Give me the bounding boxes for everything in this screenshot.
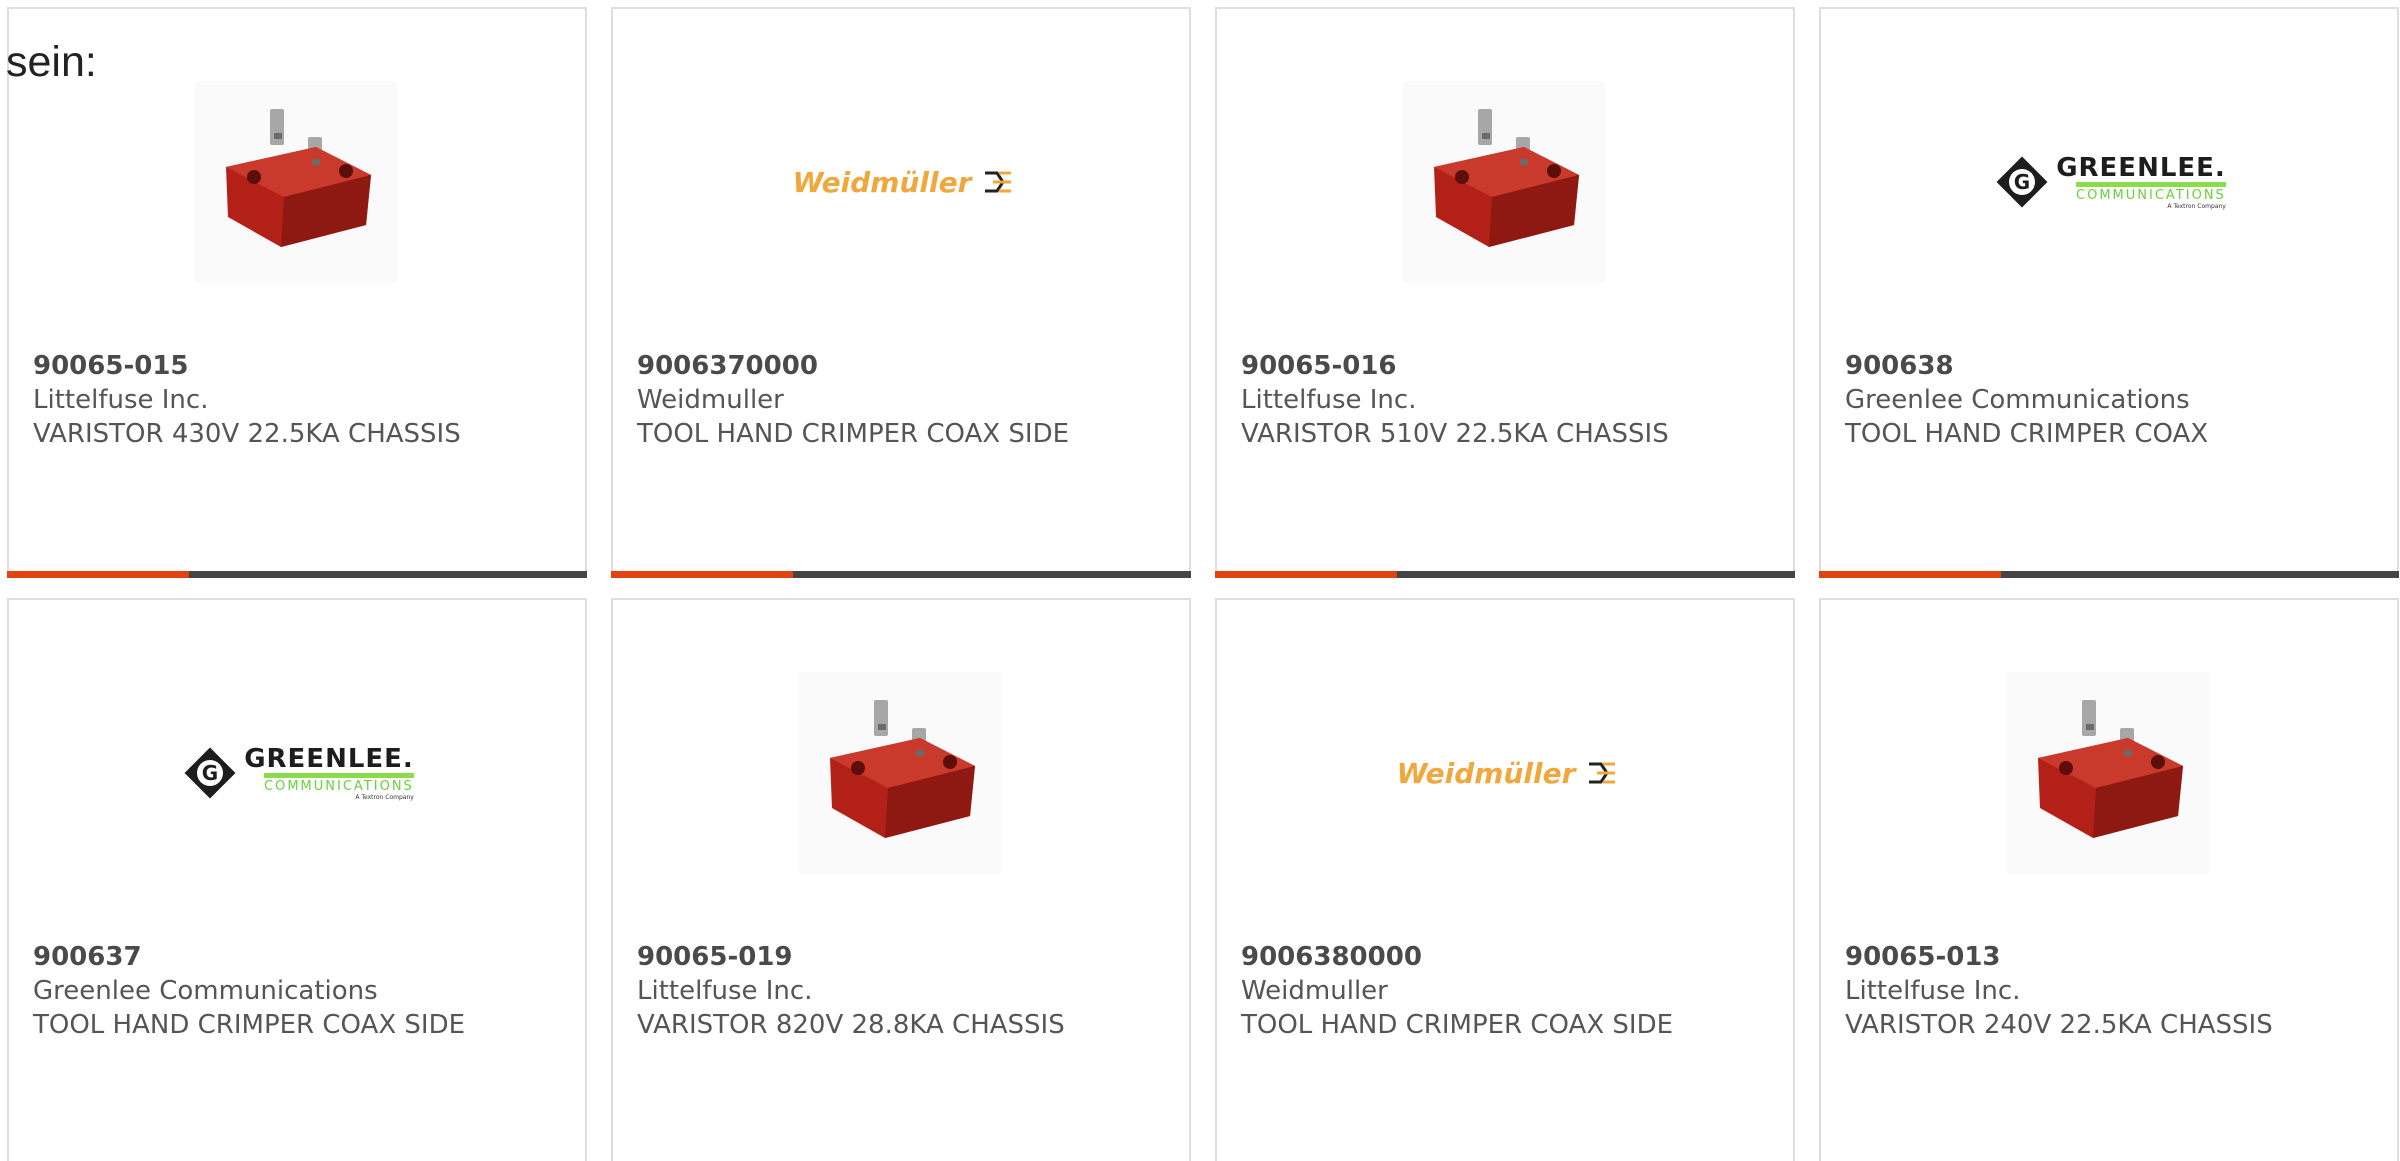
product-description: VARISTOR 430V 22.5KA CHASSIS xyxy=(33,419,461,449)
part-number[interactable]: 90065-016 xyxy=(1241,349,1761,383)
product-info: 9006370000 Weidmuller TOOL HAND CRIMPER … xyxy=(637,349,1157,451)
product-card[interactable]: G GREENLEE. COMMUNICATIONS A Textron Com… xyxy=(7,598,587,1161)
card-accent-bar xyxy=(7,571,189,578)
product-description: TOOL HAND CRIMPER COAX SIDE xyxy=(637,419,1070,449)
weidmuller-logo-mark: Weidmüller xyxy=(1397,757,1618,790)
product-description: VARISTOR 820V 28.8KA CHASSIS xyxy=(637,1010,1065,1040)
svg-text:G: G xyxy=(202,761,218,785)
product-grid: 90065-015 Littelfuse Inc. VARISTOR 430V … xyxy=(7,7,2400,1161)
product-description: VARISTOR 510V 22.5KA CHASSIS xyxy=(1241,419,1669,449)
weidmuller-logo-text: Weidmüller xyxy=(792,165,972,199)
weidmuller-logo-text: Weidmüller xyxy=(1396,756,1576,790)
varistor-icon xyxy=(226,109,371,247)
card-footer-bar xyxy=(7,571,587,578)
greenlee-logo-subtext: COMMUNICATIONS xyxy=(2076,181,2226,203)
product-card[interactable]: 90065-013 Littelfuse Inc. VARISTOR 240V … xyxy=(1819,598,2399,1161)
greenlee-logo-mark: G GREENLEE. COMMUNICATIONS A Textron Com… xyxy=(184,745,414,802)
part-number[interactable]: 90065-015 xyxy=(33,349,553,383)
product-description: TOOL HAND CRIMPER COAX xyxy=(1845,419,2209,449)
varistor-image[interactable] xyxy=(799,672,1001,874)
manufacturer: Greenlee Communications xyxy=(1845,385,2190,415)
product-card[interactable]: Weidmüller 9006380000 Weidmuller TOOL HA… xyxy=(1215,598,1795,1161)
product-description: TOOL HAND CRIMPER COAX SIDE xyxy=(33,1010,466,1040)
product-listing-page: sein: 90065-015 Littelfuse Inc. VARISTOR… xyxy=(0,0,2400,1161)
greenlee-logo[interactable]: G GREENLEE. COMMUNICATIONS A Textron Com… xyxy=(1961,81,2261,283)
card-accent-bar xyxy=(611,571,793,578)
part-number[interactable]: 900638 xyxy=(1845,349,2365,383)
intro-text: sein: xyxy=(6,38,97,86)
part-number[interactable]: 9006370000 xyxy=(637,349,1157,383)
part-number[interactable]: 90065-019 xyxy=(637,940,1157,974)
card-footer-bar xyxy=(1819,571,2399,578)
weidmuller-symbol-icon xyxy=(985,171,1012,193)
greenlee-logo-mark: G GREENLEE. COMMUNICATIONS A Textron Com… xyxy=(1996,154,2226,211)
part-number[interactable]: 90065-013 xyxy=(1845,940,2365,974)
product-info: 900637 Greenlee Communications TOOL HAND… xyxy=(33,940,553,1042)
product-card[interactable]: Weidmüller 9006370000 Weidmuller TOOL HA… xyxy=(611,7,1191,578)
greenlee-logo-text: GREENLEE. xyxy=(244,743,414,774)
part-number[interactable]: 9006380000 xyxy=(1241,940,1761,974)
product-card[interactable]: G GREENLEE. COMMUNICATIONS A Textron Com… xyxy=(1819,7,2399,578)
varistor-image[interactable] xyxy=(1403,81,1605,283)
greenlee-logo-text: GREENLEE. xyxy=(2056,152,2226,183)
manufacturer: Littelfuse Inc. xyxy=(1241,385,1417,415)
product-card[interactable]: 90065-019 Littelfuse Inc. VARISTOR 820V … xyxy=(611,598,1191,1161)
weidmuller-logo[interactable]: Weidmüller xyxy=(1357,672,1657,874)
product-info: 90065-015 Littelfuse Inc. VARISTOR 430V … xyxy=(33,349,553,451)
product-info: 90065-013 Littelfuse Inc. VARISTOR 240V … xyxy=(1845,940,2365,1042)
varistor-icon xyxy=(1434,109,1579,247)
varistor-image[interactable] xyxy=(195,81,397,283)
product-description: TOOL HAND CRIMPER COAX SIDE xyxy=(1241,1010,1674,1040)
product-card[interactable]: 90065-016 Littelfuse Inc. VARISTOR 510V … xyxy=(1215,7,1795,578)
manufacturer: Greenlee Communications xyxy=(33,976,378,1006)
card-footer-bar xyxy=(611,571,1191,578)
varistor-icon xyxy=(830,700,975,838)
greenlee-logo-subtext: COMMUNICATIONS xyxy=(264,772,414,794)
product-description: VARISTOR 240V 22.5KA CHASSIS xyxy=(1845,1010,2273,1040)
varistor-icon xyxy=(2038,700,2183,838)
manufacturer: Weidmuller xyxy=(1241,976,1388,1006)
product-info: 900638 Greenlee Communications TOOL HAND… xyxy=(1845,349,2365,451)
greenlee-logo[interactable]: G GREENLEE. COMMUNICATIONS A Textron Com… xyxy=(149,672,449,874)
svg-text:G: G xyxy=(2014,170,2030,194)
greenlee-g-icon: G xyxy=(1996,156,2048,208)
card-footer-bar xyxy=(1215,571,1795,578)
card-accent-bar xyxy=(1215,571,1397,578)
product-info: 90065-019 Littelfuse Inc. VARISTOR 820V … xyxy=(637,940,1157,1042)
product-info: 90065-016 Littelfuse Inc. VARISTOR 510V … xyxy=(1241,349,1761,451)
card-accent-bar xyxy=(1819,571,2001,578)
part-number[interactable]: 900637 xyxy=(33,940,553,974)
product-info: 9006380000 Weidmuller TOOL HAND CRIMPER … xyxy=(1241,940,1761,1042)
manufacturer: Littelfuse Inc. xyxy=(33,385,209,415)
manufacturer: Littelfuse Inc. xyxy=(1845,976,2021,1006)
weidmuller-logo[interactable]: Weidmüller xyxy=(753,81,1053,283)
greenlee-logo-tagline: A Textron Company xyxy=(355,793,414,801)
weidmuller-symbol-icon xyxy=(1589,762,1616,784)
greenlee-logo-tagline: A Textron Company xyxy=(2167,202,2226,210)
varistor-image[interactable] xyxy=(2007,672,2209,874)
weidmuller-logo-mark: Weidmüller xyxy=(793,166,1014,199)
product-card[interactable]: 90065-015 Littelfuse Inc. VARISTOR 430V … xyxy=(7,7,587,578)
greenlee-g-icon: G xyxy=(184,747,236,799)
manufacturer: Littelfuse Inc. xyxy=(637,976,813,1006)
manufacturer: Weidmuller xyxy=(637,385,784,415)
